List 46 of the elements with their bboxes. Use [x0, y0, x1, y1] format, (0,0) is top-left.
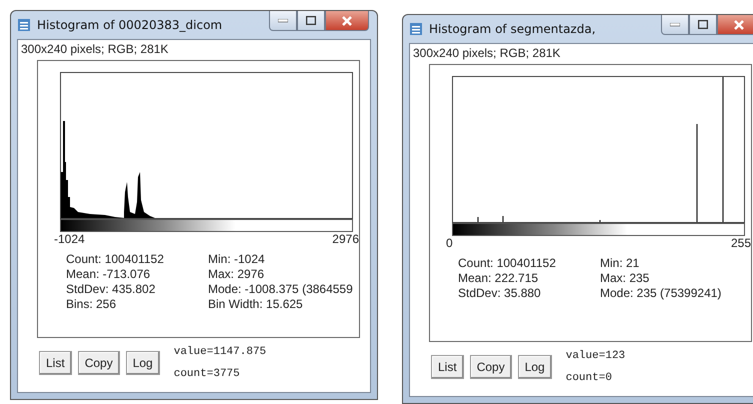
value-readout: value=1147.875 — [174, 346, 266, 358]
maximize-icon — [306, 16, 316, 25]
toolbar-button[interactable]: List — [39, 351, 72, 375]
statistic-text: Max: 235 — [600, 271, 650, 286]
maximize-icon — [698, 20, 708, 29]
app-icon — [17, 18, 31, 32]
axis-min-label: 0 — [446, 236, 453, 250]
minimize-icon — [278, 18, 288, 22]
statistic-text: Min: 21 — [600, 256, 640, 271]
minimize-button[interactable] — [661, 15, 689, 35]
statistic-text: Mean: 222.715 — [458, 271, 540, 286]
statistic-text: Count: 100401152 — [458, 256, 557, 271]
statistic-text: Mode: 235 (75399241) — [600, 286, 722, 301]
statistic-text: StdDev: 35.880 — [458, 286, 542, 301]
toolbar-button[interactable]: Copy — [470, 355, 512, 379]
image-info: 300x240 pixels; RGB; 281K — [21, 42, 170, 56]
close-icon — [734, 20, 744, 30]
count-readout: count=0 — [566, 372, 613, 384]
toolbar-button[interactable]: Log — [126, 351, 160, 375]
statistic-text: StdDev: 435.802 — [66, 282, 156, 297]
statistic-text: Bin Width: 15.625 — [208, 297, 304, 312]
window-title: Histogram of segmentazda, — [429, 22, 597, 36]
statistic-text: Mode: -1008.375 (3864559 — [208, 282, 354, 297]
maximize-button[interactable] — [297, 11, 325, 31]
close-button[interactable] — [717, 15, 753, 35]
close-button[interactable] — [325, 11, 369, 31]
minimize-button[interactable] — [269, 11, 297, 31]
value-readout: value=123 — [566, 350, 626, 362]
app-icon — [409, 22, 423, 36]
statistic-text: Count: 100401152 — [66, 252, 165, 267]
minimize-icon — [670, 22, 680, 26]
count-readout: count=3775 — [174, 368, 241, 380]
statistic-text: Min: -1024 — [208, 252, 266, 267]
window-title: Histogram of 00020383_dicom — [37, 18, 224, 32]
axis-max-label: 2976 — [332, 232, 359, 246]
maximize-button[interactable] — [689, 15, 717, 35]
statistic-text: Mean: -713.076 — [66, 267, 152, 282]
toolbar-button[interactable]: List — [431, 355, 464, 379]
toolbar-button[interactable]: Copy — [78, 351, 120, 375]
axis-max-label: 255 — [730, 236, 751, 250]
image-info: 300x240 pixels; RGB; 281K — [413, 46, 562, 60]
axis-min-label: -1024 — [54, 232, 85, 246]
statistic-text: Bins: 256 — [66, 297, 118, 312]
close-icon — [342, 16, 352, 26]
statistic-text: Max: 2976 — [208, 267, 266, 282]
toolbar-button[interactable]: Log — [518, 355, 552, 379]
